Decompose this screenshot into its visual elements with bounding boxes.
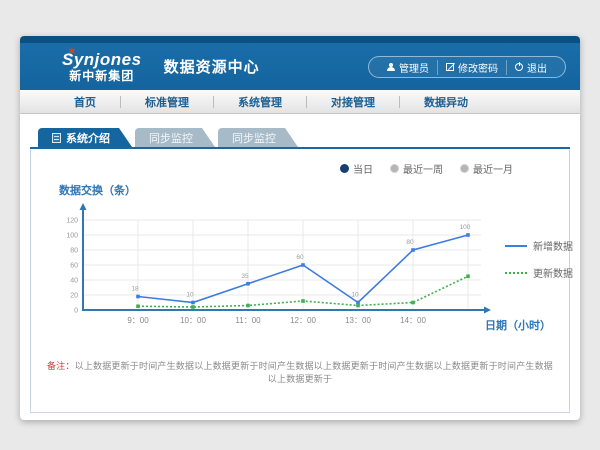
svg-text:120: 120 (66, 218, 78, 225)
logo-star-icon: ✱ (68, 47, 76, 56)
window-top-strip (20, 36, 580, 43)
radio-selected-icon (341, 165, 348, 172)
blue-line-icon (505, 245, 527, 247)
svg-text:80: 80 (406, 239, 414, 246)
legend-item-new-data[interactable]: 新增数据 (505, 238, 573, 253)
svg-text:100: 100 (66, 233, 78, 240)
change-password-button[interactable]: 修改密码 (437, 60, 506, 75)
nav-item-system-mgmt[interactable]: 系统管理 (214, 94, 306, 110)
user-icon (387, 63, 395, 71)
app-window: ✱ Synjones 新中新集团 数据资源中心 管理员 修改密码 退出 首页 标… (20, 36, 580, 420)
tab-bar: 系统介绍 同步监控 同步监控 (30, 128, 570, 149)
main-nav: 首页 标准管理 系统管理 对接管理 数据异动 (20, 90, 580, 114)
tab-label: 系统介绍 (66, 130, 110, 146)
chart-panel: 当日 最近一周 最近一月 数据交换（条） 0 20 40 60 80 100 120 9：00… (30, 149, 570, 413)
svg-text:10: 10 (351, 292, 359, 299)
filter-label: 最近一月 (473, 161, 513, 176)
legend-label: 更新数据 (533, 265, 573, 280)
legend-item-updated-data[interactable]: 更新数据 (505, 265, 573, 280)
tab-label: 同步监控 (232, 130, 276, 146)
svg-text:20: 20 (70, 293, 78, 300)
svg-text:0: 0 (74, 308, 78, 315)
document-icon (52, 133, 61, 143)
footnote: 备注：以上数据更新于时间产生数据以上数据更新于时间产生数据以上数据更新于时间产生… (43, 359, 557, 385)
admin-button[interactable]: 管理员 (379, 60, 437, 75)
radio-unselected-icon (461, 165, 468, 172)
company-logo: ✱ Synjones 新中新集团 (62, 51, 142, 82)
user-menu: 管理员 修改密码 退出 (368, 56, 566, 78)
svg-text:35: 35 (241, 273, 249, 280)
svg-text:12：00: 12：00 (290, 316, 316, 325)
content-area: 系统介绍 同步监控 同步监控 当日 最近一周 (20, 114, 580, 413)
x-axis-title: 日期（小时） (485, 317, 551, 333)
nav-item-standard-mgmt[interactable]: 标准管理 (121, 94, 213, 110)
green-dotted-line-icon (505, 272, 527, 274)
nav-item-home[interactable]: 首页 (50, 94, 120, 110)
nav-item-data-change[interactable]: 数据异动 (400, 94, 492, 110)
admin-label: 管理员 (399, 60, 429, 75)
tab-sync-monitor-2[interactable]: 同步监控 (218, 128, 298, 147)
filter-last-month[interactable]: 最近一月 (461, 161, 513, 176)
legend-label: 新增数据 (533, 238, 573, 253)
tab-label: 同步监控 (149, 130, 193, 146)
svg-text:14：00: 14：00 (400, 316, 426, 325)
filter-label: 最近一周 (403, 161, 443, 176)
y-axis-title: 数据交换（条） (59, 182, 557, 198)
line-chart: 0 20 40 60 80 100 120 9：00 10：00 11：00 12：00 13：00 1… (43, 200, 495, 337)
svg-text:80: 80 (70, 248, 78, 255)
chart-row: 0 20 40 60 80 100 120 9：00 10：00 11：00 12：00 13：00 1… (43, 200, 557, 337)
power-icon (515, 63, 523, 71)
svg-text:10: 10 (186, 292, 194, 299)
filter-today[interactable]: 当日 (341, 161, 373, 176)
edit-icon (446, 63, 454, 71)
svg-text:100: 100 (460, 224, 471, 231)
svg-text:13：00: 13：00 (345, 316, 371, 325)
logo-text-cn: 新中新集团 (69, 70, 134, 82)
nav-item-interface-mgmt[interactable]: 对接管理 (307, 94, 399, 110)
change-password-label: 修改密码 (458, 60, 498, 75)
svg-text:60: 60 (70, 263, 78, 270)
tab-system-intro[interactable]: 系统介绍 (38, 128, 132, 147)
filter-last-week[interactable]: 最近一周 (391, 161, 443, 176)
logout-label: 退出 (527, 60, 547, 75)
svg-text:9：00: 9：00 (127, 316, 149, 325)
time-filter-group: 当日 最近一周 最近一月 (43, 155, 557, 176)
tab-sync-monitor-1[interactable]: 同步监控 (135, 128, 215, 147)
svg-text:60: 60 (296, 254, 304, 261)
radio-unselected-icon (391, 165, 398, 172)
svg-text:10：00: 10：00 (180, 316, 206, 325)
logout-button[interactable]: 退出 (506, 60, 555, 75)
page-title: 数据资源中心 (164, 56, 260, 77)
app-header: ✱ Synjones 新中新集团 数据资源中心 管理员 修改密码 退出 (20, 43, 580, 90)
svg-text:11：00: 11：00 (235, 316, 261, 325)
svg-text:40: 40 (70, 278, 78, 285)
svg-text:18: 18 (131, 286, 139, 293)
filter-label: 当日 (353, 161, 373, 176)
footnote-text: 以上数据更新于时间产生数据以上数据更新于时间产生数据以上数据更新于时间产生数据以… (75, 361, 553, 384)
footnote-prefix: 备注： (47, 361, 75, 371)
